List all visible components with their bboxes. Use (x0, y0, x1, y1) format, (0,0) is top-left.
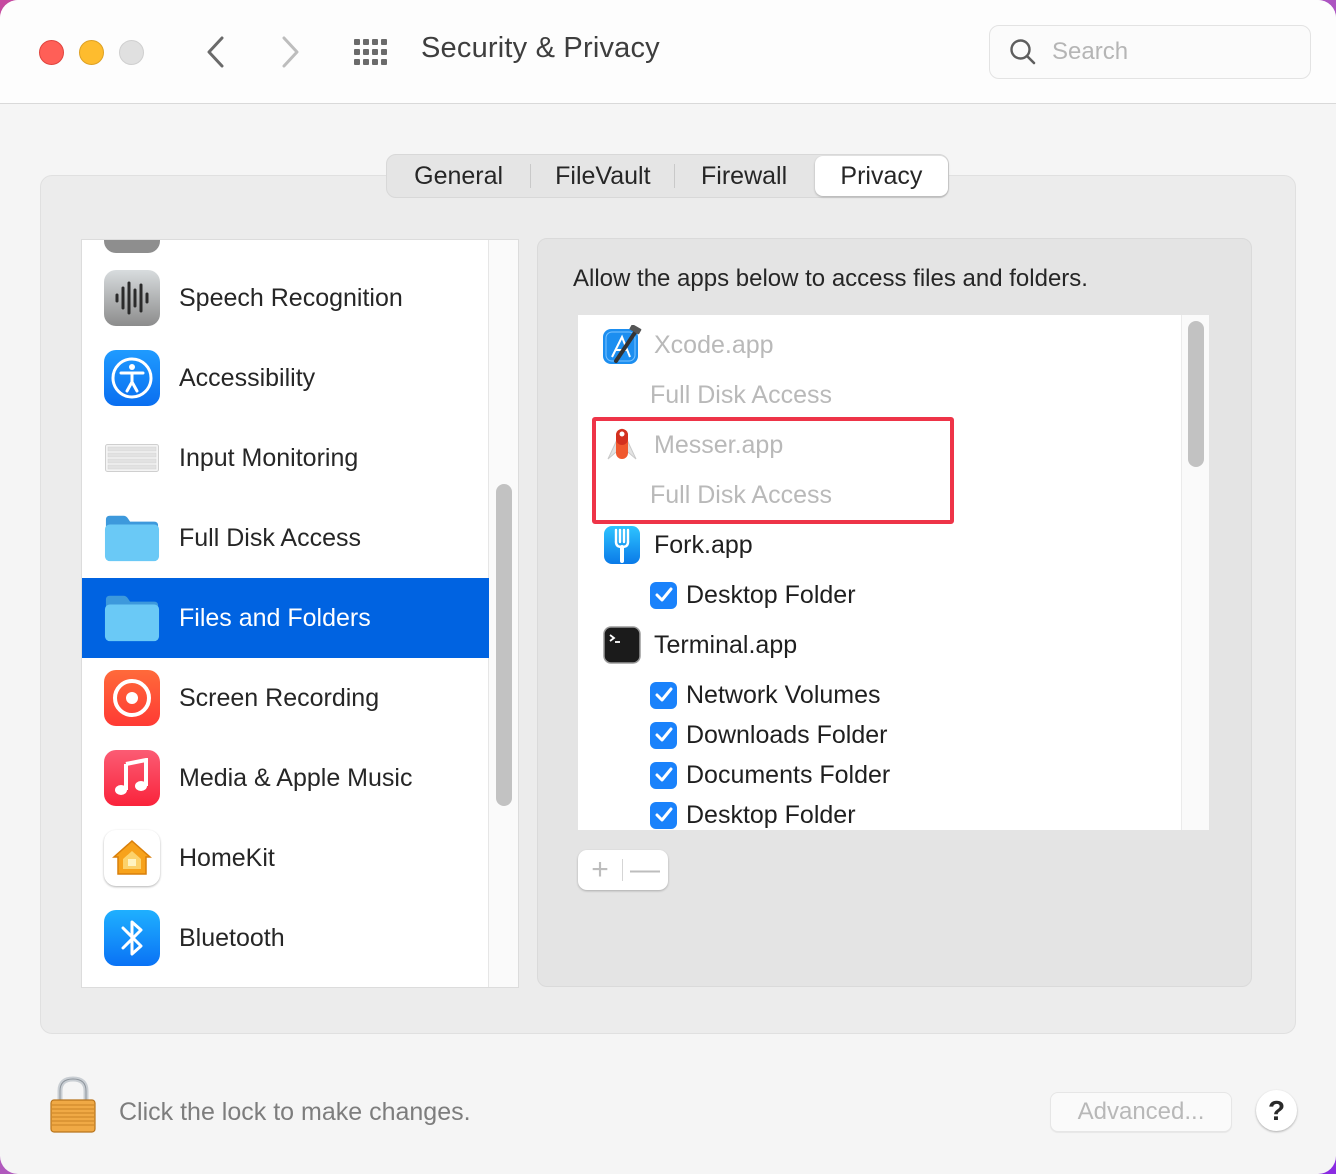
xcode-icon (603, 325, 642, 364)
app-name: Terminal.app (654, 630, 798, 659)
terminal-icon (603, 626, 641, 664)
app-list-scroll-thumb[interactable] (1188, 321, 1204, 467)
homekit-icon (104, 830, 160, 886)
search-field[interactable] (989, 25, 1311, 79)
sidebar-item-label: Speech Recognition (179, 283, 403, 312)
screen-recording-icon (104, 670, 160, 726)
show-all-grid-button[interactable] (352, 38, 392, 66)
sidebar-item-label: Accessibility (179, 363, 316, 392)
permission-label: Documents Folder (686, 760, 891, 789)
desktop-folder-checkbox[interactable] (650, 801, 677, 829)
security-privacy-window: Security & Privacy General FileVault Fir… (0, 0, 1336, 1174)
downloads-folder-checkbox[interactable] (650, 721, 677, 749)
add-remove-control: + — (578, 850, 668, 890)
sidebar-item-label: Full Disk Access (179, 523, 361, 552)
app-name: Fork.app (654, 530, 753, 559)
sidebar-item-screen-recording[interactable]: Screen Recording (82, 658, 489, 738)
zoom-button[interactable] (119, 40, 144, 65)
sidebar-item-label: Files and Folders (179, 603, 371, 632)
sidebar-item-files-and-folders[interactable]: Files and Folders (82, 578, 489, 658)
checkmark-icon (655, 767, 672, 782)
minimize-button[interactable] (79, 40, 104, 65)
checkmark-icon (655, 687, 672, 702)
sidebar-item-speech-recognition[interactable]: Speech Recognition (82, 258, 489, 338)
lock-icon (50, 1076, 96, 1133)
fork-icon (604, 526, 640, 564)
search-input[interactable] (1052, 38, 1292, 66)
app-permissions-list: Xcode.app Full Disk Access Messer.app Fu… (578, 315, 1209, 830)
permission-row: Full Disk Access (578, 475, 1178, 515)
sidebar-item-label: Input Monitoring (179, 443, 359, 472)
title-bar: Security & Privacy (0, 0, 1336, 104)
permission-label: Desktop Folder (686, 580, 856, 609)
forward-button[interactable] (272, 30, 308, 74)
app-row-terminal[interactable]: Terminal.app (578, 625, 1178, 665)
lock-status-text: Click the lock to make changes. (119, 1098, 471, 1126)
sidebar-item-full-disk-access[interactable]: Full Disk Access (82, 498, 489, 578)
sidebar-item-bluetooth[interactable]: Bluetooth (82, 898, 489, 978)
chevron-left-icon (207, 36, 224, 68)
sidebar-item-accessibility[interactable]: Accessibility (82, 338, 489, 418)
checkmark-icon (655, 807, 672, 822)
help-button[interactable]: ? (1256, 1090, 1297, 1131)
category-list-scroll-thumb[interactable] (496, 484, 512, 806)
permission-label: Full Disk Access (650, 480, 832, 509)
permission-row: Desktop Folder (578, 575, 1178, 615)
desktop-folder-checkbox[interactable] (650, 581, 677, 609)
sidebar-item-label: Screen Recording (179, 683, 380, 712)
documents-folder-checkbox[interactable] (650, 761, 677, 789)
network-volumes-checkbox[interactable] (650, 681, 677, 709)
permission-label: Full Disk Access (650, 380, 832, 409)
permission-label: Downloads Folder (686, 720, 888, 749)
folder-icon (104, 590, 160, 646)
keyboard-icon (104, 430, 160, 486)
permission-row: Full Disk Access (578, 375, 1178, 415)
bluetooth-icon (104, 910, 160, 966)
folder-icon (104, 510, 160, 566)
partial-gray-icon (104, 240, 160, 253)
sidebar-item-media-apple-music[interactable]: Media & Apple Music (82, 738, 489, 818)
sidebar-item-label: HomeKit (179, 843, 275, 872)
permission-row: Desktop Folder (578, 795, 1178, 830)
app-row-fork[interactable]: Fork.app (578, 525, 1178, 565)
grid-icon (354, 39, 387, 65)
back-button[interactable] (198, 30, 234, 74)
permission-label: Network Volumes (686, 680, 881, 709)
permission-row: Network Volumes (578, 675, 1178, 715)
window-title: Security & Privacy (421, 32, 660, 64)
advanced-button[interactable]: Advanced... (1050, 1092, 1232, 1132)
app-name: Messer.app (654, 430, 784, 459)
tab-firewall[interactable]: Firewall (675, 156, 812, 196)
permission-label: Desktop Folder (686, 800, 856, 829)
chevron-right-icon (282, 36, 299, 68)
permission-row: Documents Folder (578, 755, 1178, 795)
add-app-button[interactable]: + (578, 850, 622, 890)
app-row-xcode[interactable]: Xcode.app (578, 325, 1178, 365)
sidebar-item-label: Media & Apple Music (179, 763, 413, 792)
sidebar-item-homekit[interactable]: HomeKit (82, 818, 489, 898)
remove-app-button[interactable]: — (623, 850, 667, 890)
close-button[interactable] (39, 40, 64, 65)
sidebar-item-input-monitoring[interactable]: Input Monitoring (82, 418, 489, 498)
tab-bar: General FileVault Firewall Privacy (386, 154, 949, 198)
search-icon (1010, 39, 1036, 65)
tab-general[interactable]: General (387, 156, 530, 196)
app-name: Xcode.app (654, 330, 774, 359)
app-row-messer[interactable]: Messer.app (578, 425, 1178, 465)
lock-button[interactable] (48, 1076, 98, 1134)
speech-recognition-icon (104, 270, 160, 326)
checkmark-icon (655, 587, 672, 602)
accessibility-icon (104, 350, 160, 406)
sidebar-item-label: Bluetooth (179, 923, 285, 952)
checkmark-icon (655, 727, 672, 742)
music-icon (104, 750, 160, 806)
tab-privacy[interactable]: Privacy (814, 156, 949, 196)
privacy-category-list: Speech Recognition Accessibility Input M… (81, 239, 519, 988)
messer-icon (607, 427, 637, 460)
panel-caption: Allow the apps below to access files and… (573, 265, 1088, 292)
tab-filevault[interactable]: FileVault (531, 156, 674, 196)
permission-row: Downloads Folder (578, 715, 1178, 755)
